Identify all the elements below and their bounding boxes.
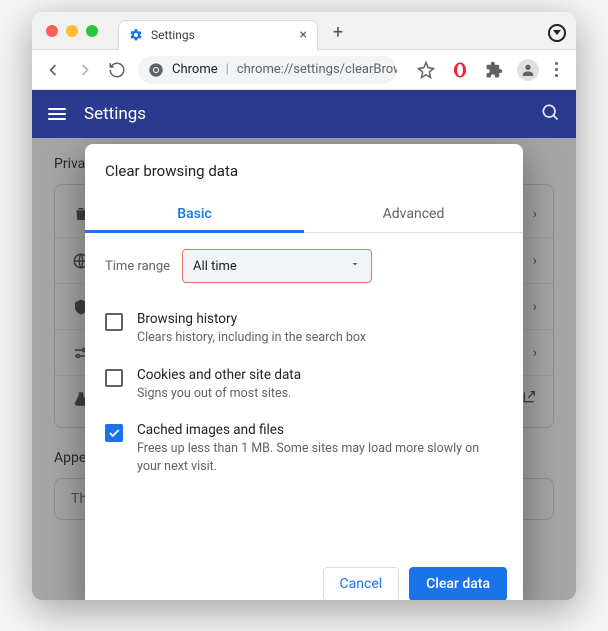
close-tab-icon[interactable]: × [300, 28, 307, 42]
option-cookies[interactable]: Cookies and other site data Signs you ou… [105, 357, 503, 413]
checkbox-cookies[interactable] [105, 369, 123, 387]
close-window-button[interactable] [46, 25, 58, 37]
tab-basic[interactable]: Basic [85, 194, 304, 232]
reload-button[interactable] [106, 59, 128, 81]
tab-title: Settings [151, 28, 195, 42]
clear-data-button[interactable]: Clear data [409, 567, 507, 600]
checkbox-cached[interactable] [105, 424, 123, 442]
chrome-icon [148, 62, 164, 78]
tab-advanced[interactable]: Advanced [304, 194, 523, 232]
back-button[interactable] [42, 59, 64, 81]
hamburger-icon[interactable] [48, 108, 66, 120]
time-range-select[interactable]: All time [182, 249, 372, 283]
extensions-icon[interactable] [483, 59, 505, 81]
option-desc: Frees up less than 1 MB. Some sites may … [137, 440, 503, 475]
checkbox-browsing-history[interactable] [105, 313, 123, 331]
opera-extension-icon[interactable] [449, 59, 471, 81]
time-range-value: All time [193, 259, 237, 274]
browser-window: Settings × + Chrome | chrome://settings/… [32, 12, 576, 600]
option-desc: Signs you out of most sites. [137, 385, 301, 403]
clear-browsing-data-dialog: Clear browsing data Basic Advanced Time … [85, 144, 523, 600]
gear-icon [129, 28, 143, 42]
settings-search-icon[interactable] [540, 102, 560, 127]
forward-button[interactable] [74, 59, 96, 81]
dialog-tabs: Basic Advanced [85, 194, 523, 233]
option-cached[interactable]: Cached images and files Frees up less th… [105, 412, 503, 485]
omnibox-path: chrome://settings/clearBrowser... [237, 62, 397, 77]
browser-tab-settings[interactable]: Settings × [118, 20, 318, 50]
settings-header: Settings [32, 90, 576, 138]
option-title: Cookies and other site data [137, 367, 301, 383]
address-bar[interactable]: Chrome | chrome://settings/clearBrowser.… [138, 56, 397, 84]
dialog-body: Time range All time Browsing history Cle… [85, 233, 523, 495]
settings-body: Priva › › › › [32, 138, 576, 600]
star-icon[interactable] [415, 59, 437, 81]
option-desc: Clears history, including in the search … [137, 329, 366, 347]
settings-title: Settings [84, 104, 146, 124]
chevron-down-icon [349, 258, 361, 274]
profile-menu-icon[interactable] [548, 24, 566, 42]
chrome-menu-button[interactable] [551, 62, 562, 77]
time-range-label: Time range [105, 259, 170, 274]
traffic-lights [42, 25, 98, 37]
minimize-window-button[interactable] [66, 25, 78, 37]
option-title: Browsing history [137, 311, 366, 327]
maximize-window-button[interactable] [86, 25, 98, 37]
new-tab-button[interactable]: + [326, 21, 350, 45]
window-titlebar: Settings × + [32, 12, 576, 50]
avatar-button[interactable] [517, 59, 539, 81]
dialog-title: Clear browsing data [85, 144, 523, 186]
dialog-actions: Cancel Clear data [85, 555, 523, 600]
omnibox-domain: Chrome [172, 62, 218, 77]
browser-toolbar: Chrome | chrome://settings/clearBrowser.… [32, 50, 576, 90]
time-range-row: Time range All time [105, 249, 503, 283]
option-browsing-history[interactable]: Browsing history Clears history, includi… [105, 301, 503, 357]
option-title: Cached images and files [137, 422, 503, 438]
cancel-button[interactable]: Cancel [323, 567, 400, 600]
